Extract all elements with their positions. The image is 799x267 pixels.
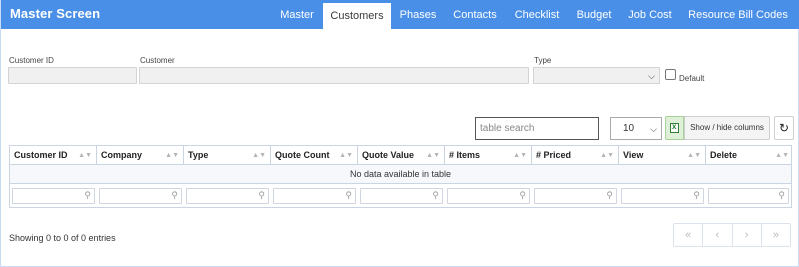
pagination: « ‹ › » — [673, 223, 791, 247]
column-header-delete[interactable]: Delete ▲▼ — [706, 146, 793, 165]
tab-contacts[interactable]: Contacts — [447, 0, 503, 29]
column-label: Quote Count — [275, 150, 330, 160]
chevron-down-icon: ⌵ — [648, 71, 655, 81]
column-filter-input[interactable]: ⚲ — [99, 188, 182, 204]
column-filter-input[interactable]: ⚲ — [621, 188, 704, 204]
sort-icon: ▲▼ — [775, 152, 789, 159]
type-select[interactable]: ⌵ — [533, 67, 660, 84]
refresh-icon: ↻ — [778, 121, 790, 135]
column-header-view[interactable]: View ▲▼ — [619, 146, 706, 165]
column-filter-input[interactable]: ⚲ — [360, 188, 443, 204]
column-header-items[interactable]: # Items ▲▼ — [445, 146, 532, 165]
table-search-input[interactable]: table search — [475, 117, 599, 140]
page-size-value: 10 — [623, 123, 635, 134]
sort-icon: ▲▼ — [339, 152, 353, 159]
table-header-row: Customer ID ▲▼ Company ▲▼ Type ▲▼ Quote … — [10, 146, 791, 165]
empty-table-message: No data available in table — [10, 165, 791, 184]
column-label: # Priced — [536, 150, 572, 160]
tab-budget[interactable]: Budget — [571, 0, 617, 29]
column-filter-input[interactable]: ⚲ — [186, 188, 269, 204]
sort-icon: ▲▼ — [426, 152, 440, 159]
column-filter-input[interactable]: ⚲ — [273, 188, 356, 204]
column-label: Customer ID — [14, 150, 68, 160]
search-icon: ⚲ — [345, 190, 352, 200]
next-page-button[interactable]: › — [733, 224, 762, 246]
page-title: Master Screen — [10, 6, 101, 21]
chevron-down-icon: ⌵ — [650, 124, 657, 134]
tab-customers[interactable]: Customers — [323, 3, 391, 29]
tab-job-cost[interactable]: Job Cost — [623, 0, 677, 29]
column-label: Type — [188, 150, 209, 160]
master-screen-panel: Master Screen Master Customers Phases Co… — [0, 0, 799, 267]
first-page-button[interactable]: « — [674, 224, 704, 246]
search-icon: ⚲ — [606, 190, 613, 200]
sort-icon: ▲▼ — [78, 152, 92, 159]
column-header-quote-count[interactable]: Quote Count ▲▼ — [271, 146, 358, 165]
column-label: # Items — [449, 150, 481, 160]
tab-master[interactable]: Master — [272, 0, 322, 29]
search-icon: ⚲ — [693, 190, 700, 200]
column-header-type[interactable]: Type ▲▼ — [184, 146, 271, 165]
tab-resource-bill-codes[interactable]: Resource Bill Codes — [683, 0, 793, 29]
column-label: View — [623, 150, 644, 160]
column-filter-row: ⚲ ⚲ ⚲ ⚲ ⚲ ⚲ ⚲ ⚲ ⚲ — [10, 184, 791, 207]
customer-id-field[interactable] — [8, 67, 137, 84]
column-filter-input[interactable]: ⚲ — [447, 188, 530, 204]
column-header-quote-value[interactable]: Quote Value ▲▼ — [358, 146, 445, 165]
previous-page-button[interactable]: ‹ — [703, 224, 733, 246]
show-hide-columns-button[interactable]: Show / hide columns — [684, 116, 770, 140]
column-filter-input[interactable]: ⚲ — [708, 188, 789, 204]
page-size-select[interactable]: 10 ⌵ — [610, 117, 662, 140]
column-filter-input[interactable]: ⚲ — [12, 188, 95, 204]
excel-icon — [670, 122, 679, 133]
export-excel-button[interactable] — [665, 116, 684, 140]
search-icon: ⚲ — [171, 190, 178, 200]
sort-icon: ▲▼ — [513, 152, 527, 159]
sort-icon: ▲▼ — [252, 152, 266, 159]
table-info: Showing 0 to 0 of 0 entries — [9, 233, 116, 243]
column-header-customer-id[interactable]: Customer ID ▲▼ — [10, 146, 97, 165]
search-icon: ⚲ — [432, 190, 439, 200]
tab-phases[interactable]: Phases — [393, 0, 443, 29]
customer-label: Customer — [140, 56, 175, 65]
default-checkbox[interactable] — [665, 69, 676, 80]
column-filter-input[interactable]: ⚲ — [534, 188, 617, 204]
column-label: Company — [101, 150, 143, 160]
tab-checklist[interactable]: Checklist — [508, 0, 566, 29]
column-label: Quote Value — [362, 150, 415, 160]
last-page-button[interactable]: » — [762, 224, 790, 246]
type-label: Type — [534, 56, 552, 65]
sort-icon: ▲▼ — [600, 152, 614, 159]
sort-icon: ▲▼ — [165, 152, 179, 159]
search-icon: ⚲ — [258, 190, 265, 200]
default-label: Default — [679, 74, 705, 83]
column-label: Delete — [710, 150, 738, 160]
column-header-company[interactable]: Company ▲▼ — [97, 146, 184, 165]
refresh-button[interactable]: ↻ — [774, 116, 794, 140]
header-bar: Master Screen Master Customers Phases Co… — [1, 0, 799, 29]
customers-table: Customer ID ▲▼ Company ▲▼ Type ▲▼ Quote … — [9, 145, 792, 208]
search-icon: ⚲ — [84, 190, 91, 200]
customer-id-label: Customer ID — [9, 56, 54, 65]
sort-icon: ▲▼ — [687, 152, 701, 159]
search-icon: ⚲ — [778, 190, 785, 200]
column-header-priced[interactable]: # Priced ▲▼ — [532, 146, 619, 165]
customer-field[interactable] — [139, 67, 529, 84]
search-icon: ⚲ — [519, 190, 526, 200]
